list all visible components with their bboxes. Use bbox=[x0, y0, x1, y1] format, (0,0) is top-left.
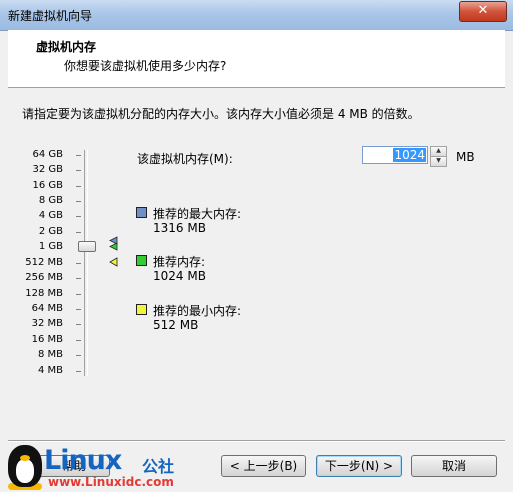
min-memory-swatch-icon bbox=[136, 304, 147, 315]
watermark-url: www.Linuxidc.com bbox=[48, 475, 174, 489]
scale-label: 4 GB bbox=[38, 210, 63, 221]
min-memory-value: 512 MB bbox=[153, 318, 199, 332]
slider-tick bbox=[76, 216, 81, 217]
scale-label: 1 GB bbox=[38, 241, 63, 252]
min-memory-marker bbox=[109, 257, 118, 267]
footer-divider bbox=[8, 440, 505, 442]
cancel-button-label: 取消 bbox=[441, 459, 466, 473]
page-title: 虚拟机内存 bbox=[36, 40, 97, 54]
scale-label: 16 GB bbox=[32, 180, 63, 191]
wizard-window: 新建虚拟机向导 ✕ 虚拟机内存 你想要该虚拟机使用多少内存? 请指定要为该虚拟机… bbox=[0, 0, 513, 492]
scale-label: 8 MB bbox=[37, 349, 63, 360]
scale-label: 256 MB bbox=[25, 272, 63, 283]
back-button-label: < 上一步(B) bbox=[229, 459, 298, 473]
watermark-brand: Linux bbox=[44, 445, 122, 476]
recommended-memory-marker bbox=[109, 242, 118, 251]
slider-tick bbox=[76, 232, 81, 233]
max-memory-swatch-icon bbox=[136, 207, 147, 218]
scale-label: 32 GB bbox=[32, 164, 63, 175]
chevron-down-icon: ▼ bbox=[436, 157, 441, 164]
memory-label: 该虚拟机内存(M): bbox=[137, 152, 233, 166]
recommended-memory-value: 1024 MB bbox=[153, 269, 206, 283]
memory-unit: MB bbox=[456, 150, 475, 164]
close-button[interactable]: ✕ bbox=[459, 1, 507, 22]
memory-slider-thumb[interactable] bbox=[78, 241, 96, 252]
recommended-memory-swatch-icon bbox=[136, 255, 147, 266]
header-panel: 虚拟机内存 你想要该虚拟机使用多少内存? bbox=[8, 30, 505, 88]
window-title: 新建虚拟机向导 bbox=[8, 9, 93, 23]
slider-tick bbox=[76, 278, 81, 279]
scale-label: 512 MB bbox=[25, 257, 63, 268]
max-memory-marker bbox=[109, 236, 118, 245]
slider-tick bbox=[76, 324, 81, 325]
back-button[interactable]: < 上一步(B) bbox=[221, 455, 306, 477]
slider-tick bbox=[76, 340, 81, 341]
slider-tick bbox=[76, 170, 81, 171]
cancel-button[interactable]: 取消 bbox=[411, 455, 497, 477]
scale-label: 64 GB bbox=[32, 149, 63, 160]
min-memory-title: 推荐的最小内存: bbox=[153, 304, 242, 318]
title-bar: 新建虚拟机向导 ✕ bbox=[0, 0, 513, 31]
max-memory-value: 1316 MB bbox=[153, 221, 206, 235]
next-button-label: 下一步(N) > bbox=[324, 459, 394, 473]
instruction-text: 请指定要为该虚拟机分配的内存大小。该内存大小值必须是 4 MB 的倍数。 bbox=[22, 107, 420, 121]
page-subtitle: 你想要该虚拟机使用多少内存? bbox=[64, 59, 227, 73]
slider-tick bbox=[76, 294, 81, 295]
slider-tick bbox=[76, 155, 81, 156]
close-icon: ✕ bbox=[477, 3, 489, 18]
scale-label: 2 GB bbox=[38, 226, 63, 237]
slider-markers bbox=[109, 236, 118, 267]
scale-label: 16 MB bbox=[31, 334, 63, 345]
slider-tick bbox=[76, 186, 81, 187]
scale-label: 32 MB bbox=[31, 318, 63, 329]
memory-slider-track[interactable] bbox=[84, 150, 88, 376]
watermark: Linux 公社 www.Linuxidc.com bbox=[4, 445, 184, 492]
scale-label: 128 MB bbox=[25, 288, 63, 299]
scale-label: 8 GB bbox=[38, 195, 63, 206]
memory-input[interactable]: 1024 bbox=[362, 146, 428, 164]
next-button[interactable]: 下一步(N) > bbox=[316, 455, 402, 477]
chevron-up-icon: ▲ bbox=[436, 147, 441, 154]
slider-tick bbox=[76, 371, 81, 372]
slider-tick bbox=[76, 355, 81, 356]
memory-stepper[interactable]: ▲ ▼ bbox=[430, 146, 447, 167]
scale-label: 4 MB bbox=[37, 365, 63, 376]
max-memory-title: 推荐的最大内存: bbox=[153, 207, 242, 221]
slider-tick bbox=[76, 309, 81, 310]
memory-value: 1024 bbox=[393, 148, 426, 162]
watermark-brand-cn: 公社 bbox=[142, 457, 175, 476]
slider-tick bbox=[76, 263, 81, 264]
recommended-memory-title: 推荐内存: bbox=[153, 255, 206, 269]
stepper-down-button[interactable]: ▼ bbox=[430, 156, 447, 167]
scale-label: 64 MB bbox=[31, 303, 63, 314]
slider-tick bbox=[76, 201, 81, 202]
